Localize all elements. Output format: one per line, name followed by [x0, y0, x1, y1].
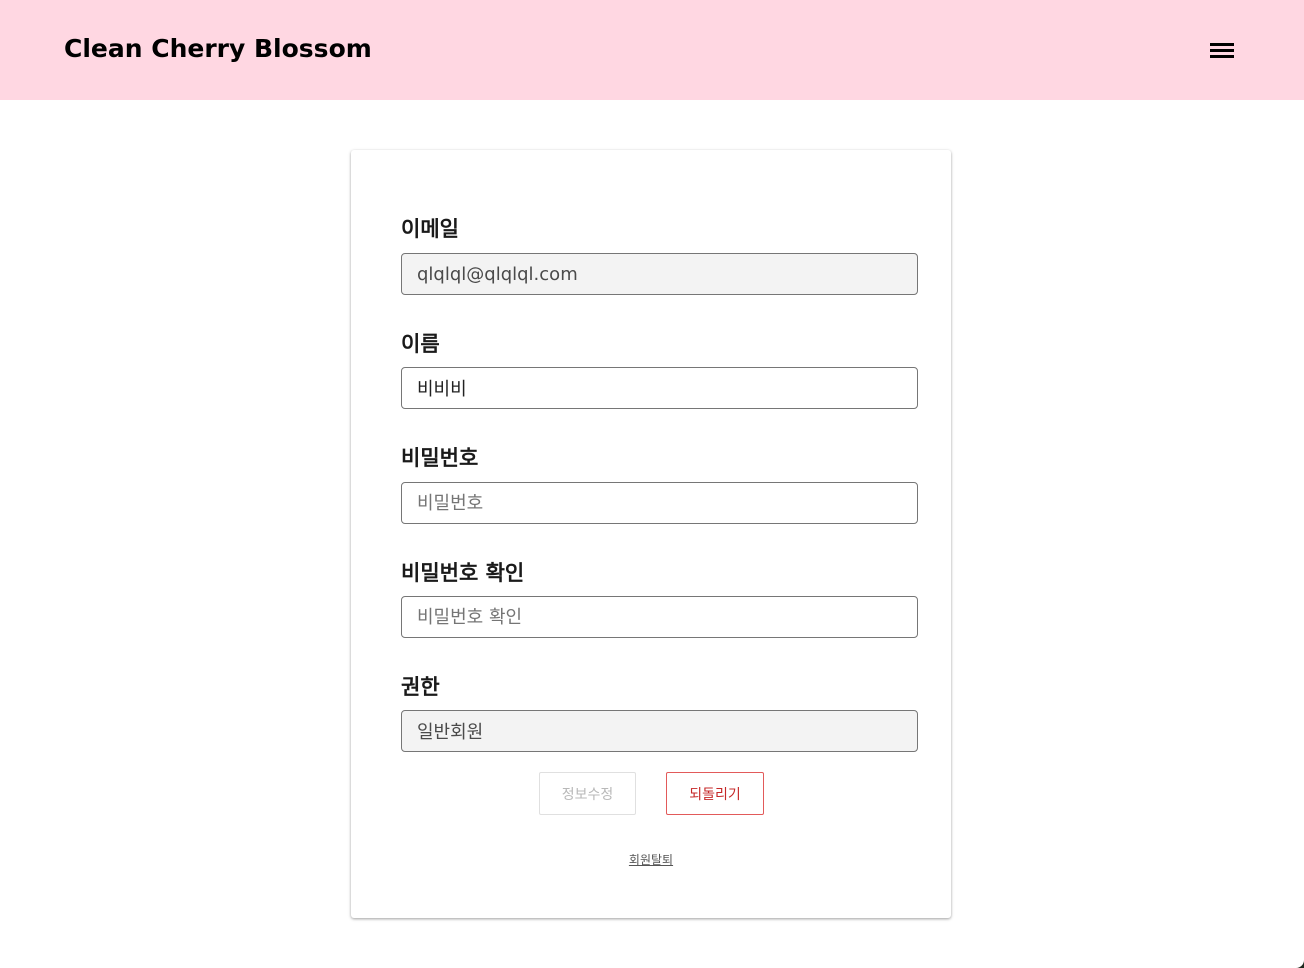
email-field[interactable]: [401, 253, 918, 295]
email-label: 이메일: [401, 217, 459, 241]
hamburger-menu-icon: [1210, 43, 1234, 58]
menu-button[interactable]: [1198, 30, 1246, 70]
role-label: 권한: [401, 675, 440, 699]
role-field[interactable]: [401, 710, 918, 752]
edit-info-button[interactable]: 정보수정: [539, 772, 636, 815]
withdraw-container: 회원탈퇴: [351, 851, 951, 868]
top-header: Clean Cherry Blossom: [0, 0, 1304, 100]
brand-title[interactable]: Clean Cherry Blossom: [64, 31, 372, 67]
password-confirm-field[interactable]: [401, 596, 918, 638]
name-label: 이름: [401, 332, 440, 356]
profile-card: 이메일 이름 비밀번호 비밀번호 확인 권한 정보수정 되돌리기 회원탈퇴: [351, 150, 951, 918]
app-window: Clean Cherry Blossom 이메일 이름 비밀번호 비밀번호 확인…: [0, 0, 1304, 968]
password-field[interactable]: [401, 482, 918, 524]
name-field[interactable]: [401, 367, 918, 409]
withdraw-link[interactable]: 회원탈퇴: [629, 853, 673, 867]
password-confirm-label: 비밀번호 확인: [401, 561, 525, 585]
revert-button[interactable]: 되돌리기: [666, 772, 764, 815]
password-label: 비밀번호: [401, 446, 479, 470]
